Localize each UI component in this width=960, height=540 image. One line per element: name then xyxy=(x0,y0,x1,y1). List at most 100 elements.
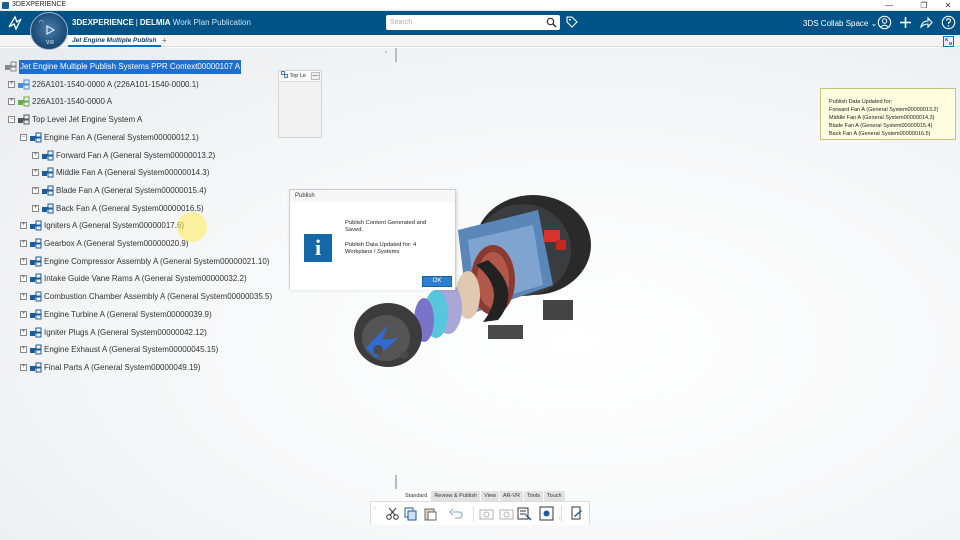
undo-icon[interactable] xyxy=(449,506,464,521)
search-icon[interactable] xyxy=(546,17,557,28)
tree-node-label: Engine Compressor Assembly A (General Sy… xyxy=(44,256,270,266)
general-system-icon xyxy=(30,291,42,302)
general-system-icon xyxy=(30,132,42,143)
tree-expand-toggle[interactable]: + xyxy=(32,186,39,194)
document-tool-icon[interactable] xyxy=(569,506,584,521)
tree-node-label: Gearbox A (General System00000020.9) xyxy=(44,239,189,248)
action-bar-tabs: Standard Review & Publish View AR-VR Tools To… xyxy=(402,491,566,501)
note-line: Blade Fan A (General System00000015.4) xyxy=(829,123,933,129)
tree-expand-toggle[interactable]: + xyxy=(20,240,27,247)
compass-arc-icon: ◜◝ xyxy=(39,20,44,26)
general-system-icon xyxy=(42,167,54,178)
tree-expand-toggle[interactable]: − xyxy=(20,133,27,141)
play-icon[interactable] xyxy=(45,25,55,35)
action-bar-tab[interactable]: AR-VR xyxy=(499,491,525,501)
note-line: Back Fan A (General System00000016.5) xyxy=(829,131,931,137)
publish-icon[interactable] xyxy=(517,506,532,521)
help-icon[interactable] xyxy=(941,15,956,30)
dialog-message-line: Saved. xyxy=(345,227,364,233)
note-line: Publish Data Updated for: xyxy=(829,99,892,105)
tree-expand-toggle[interactable]: + xyxy=(32,204,39,212)
fullscreen-icon[interactable] xyxy=(943,36,954,47)
general-system-icon xyxy=(30,327,42,337)
brand-product: DELMIA xyxy=(139,18,171,27)
window-titlebar: 3DEXPERIENCE — ❐ ✕ xyxy=(0,0,960,11)
action-bar-tab[interactable]: View xyxy=(481,491,500,501)
user-profile-icon[interactable] xyxy=(877,15,892,30)
brand-separator: | xyxy=(135,18,138,27)
tree-node-label: Top Level Jet Engine System A xyxy=(32,115,143,125)
resource-icon xyxy=(18,96,30,107)
tree-expand-toggle[interactable]: + xyxy=(20,293,27,301)
tree-expand-toggle[interactable]: + xyxy=(32,151,39,159)
tree-expand-toggle[interactable]: + xyxy=(8,80,15,88)
action-bar-scroll-right[interactable]: › xyxy=(559,516,561,522)
tree-node-label: Blade Fan A (General System00000015.4) xyxy=(56,185,207,195)
tab-jet-engine-multiple-publish[interactable]: Jet Engine Multiple Publish xyxy=(68,35,161,47)
action-bar-tab[interactable]: Review & Publish xyxy=(431,491,482,501)
tree-expand-toggle[interactable]: + xyxy=(20,275,27,283)
tree-expand-toggle[interactable]: + xyxy=(32,169,39,177)
splitter-handle-top[interactable] xyxy=(395,48,397,62)
top-level-mini-window[interactable]: Top Le — xyxy=(278,70,322,138)
collab-space-selector[interactable]: 3DS Collab Space ⌄ xyxy=(803,19,877,28)
tree-expand-toggle[interactable]: + xyxy=(20,310,27,318)
tree-collapse-button[interactable]: ‹ xyxy=(385,50,387,56)
action-bar: ‹ › xyxy=(370,501,590,525)
ppr-context-icon xyxy=(5,61,17,72)
tree-node-label: Igniters A (General System00000017.6) xyxy=(44,221,185,231)
collab-space-label: 3DS Collab Space xyxy=(803,19,869,28)
copy-icon[interactable] xyxy=(403,506,418,521)
ok-button[interactable]: OK xyxy=(422,276,452,287)
product-icon xyxy=(18,79,30,90)
tree-node-label: Forward Fan A (General System00000013.2) xyxy=(56,150,216,160)
splitter-handle-bottom[interactable] xyxy=(395,475,397,489)
action-bar-tab[interactable]: Standard xyxy=(402,491,432,501)
tree-expand-toggle[interactable]: + xyxy=(20,363,27,371)
brand-title: 3DEXPERIENCE | DELMIA Work Plan Publicatio… xyxy=(72,18,251,27)
window-title: 3DEXPERIENCE xyxy=(12,1,67,8)
general-system-icon xyxy=(42,203,54,214)
tree-node-label: 226A101-1540-0000 A xyxy=(32,97,113,107)
tag-icon[interactable] xyxy=(566,16,578,28)
compass-widget[interactable]: ◜◝ V.R xyxy=(30,12,68,50)
info-icon: i xyxy=(304,234,332,262)
tree-node-label: Engine Fan A (General System00000012.1) xyxy=(44,132,199,142)
action-bar-tab[interactable]: Touch xyxy=(543,491,566,501)
general-system-icon xyxy=(30,273,42,284)
general-system-icon xyxy=(42,185,54,196)
publish-dialog: Publish i Publish Content Generated and … xyxy=(289,189,456,290)
paste-icon[interactable] xyxy=(423,506,438,521)
close-button[interactable]: ✕ xyxy=(938,0,958,11)
tree-node-label: Igniter Plugs A (General System00000042.… xyxy=(44,327,207,337)
tree-node-label: Back Fan A (General System00000016.5) xyxy=(56,203,204,213)
add-icon[interactable] xyxy=(898,15,913,30)
search-input[interactable] xyxy=(386,15,560,30)
tree-expand-toggle[interactable]: + xyxy=(20,222,27,230)
app-name: Work Plan Publication xyxy=(172,18,251,27)
restore-button[interactable]: ❐ xyxy=(914,0,934,11)
tree-expand-toggle[interactable]: + xyxy=(20,346,27,354)
settings-icon[interactable] xyxy=(539,506,554,521)
tree-node-label: Final Parts A (General System00000049.19… xyxy=(44,362,201,372)
tree-node-label: Jet Engine Multiple Publish Systems PPR … xyxy=(19,60,242,74)
minimize-button[interactable]: — xyxy=(879,0,899,11)
compass-version: V.R xyxy=(46,40,54,46)
ds-logo-icon[interactable] xyxy=(6,14,24,32)
note-line: Middle Fan A (General System00000014.3) xyxy=(829,115,935,121)
add-tab-button[interactable]: + xyxy=(162,35,167,47)
capture-icon[interactable] xyxy=(479,506,494,521)
tree-expand-toggle[interactable]: + xyxy=(8,98,15,106)
tree-expand-toggle[interactable]: + xyxy=(20,328,27,336)
action-bar-scroll-left[interactable]: ‹ xyxy=(374,505,376,511)
share-icon[interactable] xyxy=(919,15,934,30)
tree-expand-toggle[interactable]: + xyxy=(20,257,27,265)
mini-window-minimize-button[interactable]: — xyxy=(311,72,320,80)
action-bar-tab[interactable]: Tools xyxy=(524,491,544,501)
tree-expand-toggle[interactable]: − xyxy=(8,116,15,124)
action-bar-separator xyxy=(561,506,562,522)
dialog-message-line: Publish Data Updated for: 4 xyxy=(345,242,417,248)
cut-icon[interactable] xyxy=(385,506,400,521)
snapshot-icon[interactable] xyxy=(499,506,514,521)
app-icon xyxy=(2,2,9,9)
